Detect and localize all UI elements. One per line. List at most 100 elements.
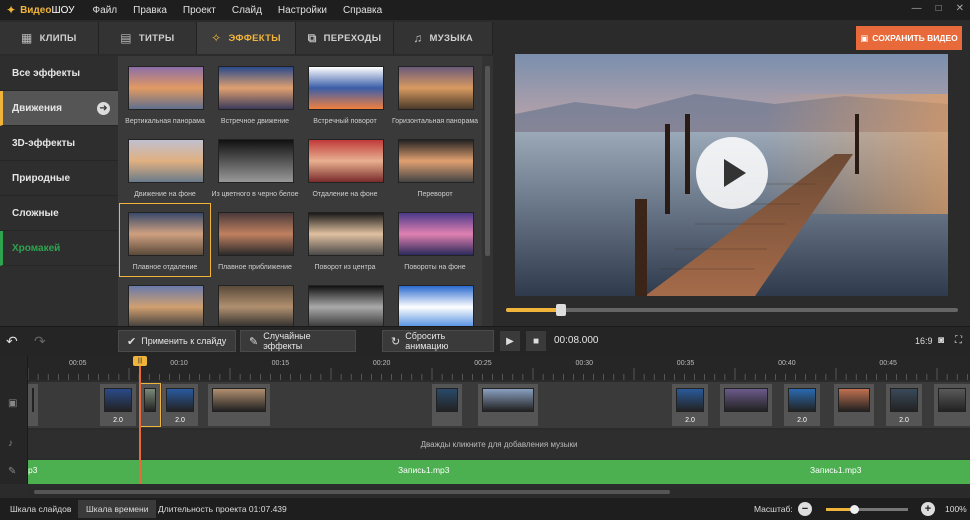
timeline-view-tab[interactable]: Шкала времени [78,500,157,518]
arrow-right-icon: ➜ [97,101,110,115]
timeline-clip[interactable] [478,384,538,426]
effect-item[interactable]: Горизонтальная панорама [390,58,480,130]
timeline-clip[interactable]: 2.0 [672,384,708,426]
minimize-icon[interactable]: — [912,3,922,14]
effect-item[interactable]: Повороты на фоне [390,204,480,276]
playback-time: 00:08.000 [554,335,599,346]
effect-label: Горизонтальная панорама [391,118,479,125]
zoom-out-button[interactable]: − [798,502,812,516]
timeline-clip[interactable] [139,383,161,427]
tab-effects[interactable]: ✧ ЭФФЕКТЫ [197,22,296,54]
timeline-clip[interactable] [432,384,462,426]
effect-item[interactable]: Из цветного в черно белое [210,131,300,203]
transitions-icon: ⧉ [307,30,317,45]
playhead-handle[interactable]: ||| [133,356,147,366]
menu-slide[interactable]: Слайд [232,5,262,16]
apply-to-slide-button[interactable]: ✔ Применить к слайду [118,330,236,352]
tab-clips[interactable]: ▦ КЛИПЫ [0,22,99,54]
effect-item[interactable] [120,277,210,326]
menu-help[interactable]: Справка [343,5,382,16]
menu-settings[interactable]: Настройки [278,5,327,16]
category-all[interactable]: Все эффекты [0,56,118,91]
ruler-tick-label: 00:30 [575,360,594,367]
random-effects-button[interactable]: ✎ Случайные эффекты [240,330,356,352]
voice-track-icon: ✎ [8,466,17,477]
timeline-clip[interactable]: 2.0 [784,384,820,426]
effect-item[interactable]: Вертикальная панорама [120,58,210,130]
clip-duration: 2.0 [797,417,807,424]
clip-thumbnail [838,388,870,412]
track-icons-column: ▣ ♪ ✎ [0,356,28,484]
playhead[interactable] [139,356,141,484]
category-motion[interactable]: Движения ➜ [0,91,118,126]
reset-animation-button[interactable]: ↻ Сбросить анимацию [382,330,494,352]
music-track[interactable]: Дважды кликните для добавления музыки [28,430,970,458]
aspect-ratio[interactable]: 16:9 [915,336,933,346]
effect-item[interactable]: Встречное движение [210,58,300,130]
effect-label: Поворот из центра [314,264,376,271]
fullscreen-icon[interactable]: ⛶ [955,335,962,346]
category-complex[interactable]: Сложные [0,196,118,231]
seek-knob[interactable] [556,304,566,316]
tab-titles[interactable]: ▤ ТИТРЫ [98,22,198,54]
category-label: Природные [12,172,71,184]
timeline-clip[interactable]: 2.0 [162,384,198,426]
category-nature[interactable]: Природные [0,161,118,196]
stop-button[interactable]: ■ [526,331,546,351]
camera-icon[interactable]: ◙ [938,335,944,346]
effect-label: Отдаление на фоне [312,191,378,198]
effect-item[interactable]: Поворот из центра [300,204,390,276]
effect-item[interactable]: Отдаление на фоне [300,131,390,203]
effect-item[interactable]: Встречный поворот [300,58,390,130]
redo-icon[interactable]: ↷ [34,333,46,350]
preview-seekbar[interactable] [506,304,958,316]
effect-item[interactable] [210,277,300,326]
zoom-knob[interactable] [850,505,859,514]
timeline-clip[interactable] [834,384,874,426]
menu-project[interactable]: Проект [183,5,216,16]
timeline-clip[interactable]: 2.0 [100,384,136,426]
effects-icon: ✧ [211,31,222,45]
effect-item[interactable]: Движение на фоне [120,131,210,203]
category-3d[interactable]: 3D-эффекты [0,126,118,161]
effect-item[interactable]: Плавное приближение [210,204,300,276]
play-button[interactable]: ▶ [500,331,520,351]
scale-label: Масштаб: [754,504,793,514]
effects-grid: Вертикальная панорама Встречное движение В… [118,56,482,326]
menu-file[interactable]: Файл [93,5,118,16]
music-icon: ♫ [413,31,423,45]
scroll-thumb[interactable] [34,490,670,494]
close-icon[interactable]: ✕ [956,3,964,14]
timeline-clip[interactable] [934,384,970,426]
undo-icon[interactable]: ↶ [6,333,18,350]
ruler-tick-label: 00:45 [879,360,897,367]
maximize-icon[interactable]: □ [936,3,942,14]
effect-item[interactable]: Плавное отдаление [119,203,211,277]
timeline-clip[interactable] [720,384,772,426]
effects-scrollbar[interactable] [482,56,493,326]
scroll-thumb[interactable] [485,66,490,256]
play-overlay-button[interactable] [696,137,768,209]
timeline-clip[interactable] [28,384,38,426]
slides-view-tab[interactable]: Шкала слайдов [2,500,79,518]
zoom-slider[interactable] [826,505,908,514]
time-ruler[interactable] [27,356,970,380]
save-video-label: СОХРАНИТЬ ВИДЕО [872,33,958,43]
effect-item[interactable]: Переворот [390,131,480,203]
menu-edit[interactable]: Правка [133,5,167,16]
timeline-clip[interactable]: 2.0 [886,384,922,426]
timeline-clip[interactable] [208,384,270,426]
tab-transitions[interactable]: ⧉ ПЕРЕХОДЫ [295,22,395,54]
zoom-in-button[interactable]: + [921,502,935,516]
effect-label: Вертикальная панорама [125,118,205,125]
effect-label: Встречное движение [220,118,290,125]
category-chromakey[interactable]: Хромакей [0,231,118,266]
timeline-scrollbar[interactable] [28,488,970,496]
main-tabs: ▦ КЛИПЫ ▤ ТИТРЫ ✧ ЭФФЕКТЫ ⧉ ПЕРЕХОДЫ ♫ МУЗЫКА [0,22,493,54]
tab-music[interactable]: ♫ МУЗЫКА [394,22,493,54]
effect-label: Движение на фоне [134,191,196,198]
save-video-button[interactable]: ▣ СОХРАНИТЬ ВИДЕО [856,26,962,50]
effect-item[interactable] [390,277,480,326]
effect-item[interactable] [300,277,390,326]
reset-icon: ↻ [391,335,401,348]
